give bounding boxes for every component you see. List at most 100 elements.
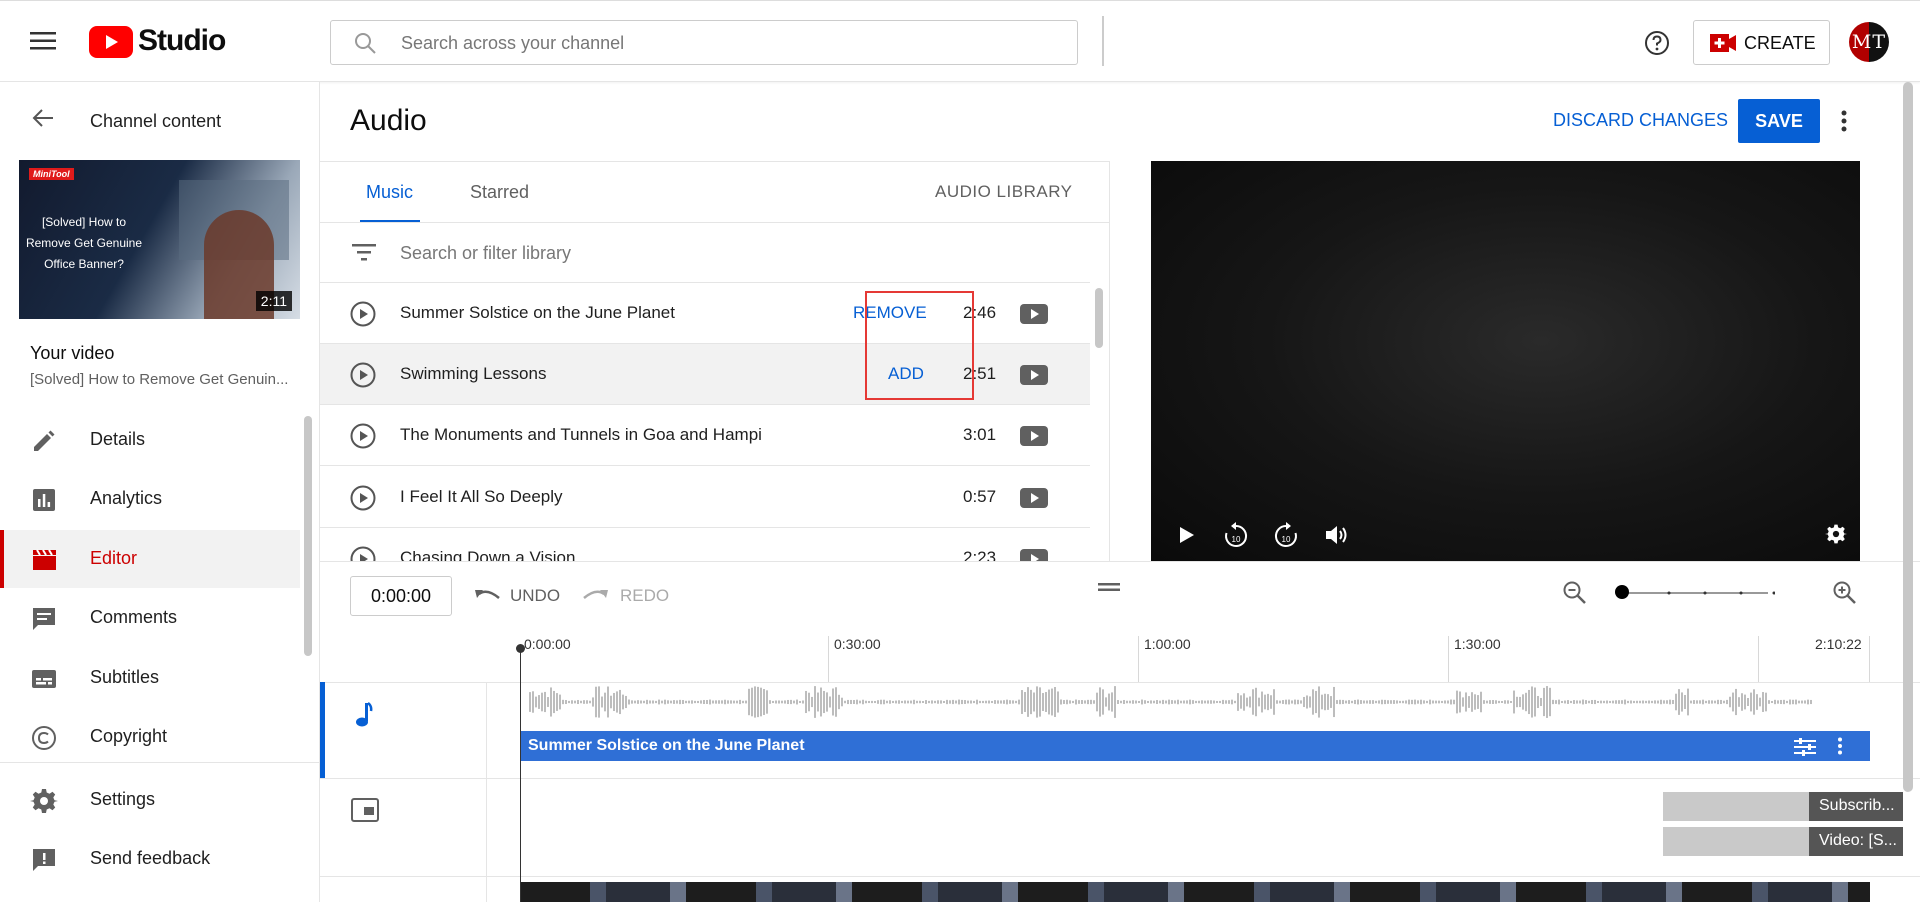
waveform-bar [868, 700, 870, 704]
waveform-bar [1498, 700, 1500, 704]
play-icon[interactable] [1178, 525, 1196, 545]
waveform-bar [1402, 700, 1404, 704]
waveform-bar [1606, 700, 1608, 704]
video-filmstrip[interactable] [520, 882, 1870, 902]
youtube-play-icon[interactable] [1020, 488, 1048, 508]
waveform-bar [598, 686, 600, 718]
sidebar-item-comments[interactable]: Comments [0, 589, 300, 647]
waveform-bar [1456, 690, 1458, 714]
menu-icon[interactable] [30, 30, 56, 52]
volume-icon[interactable] [1324, 524, 1350, 546]
waveform-bar [1414, 699, 1416, 705]
youtube-play-icon[interactable] [1020, 304, 1048, 324]
youtube-logo-icon[interactable] [89, 26, 133, 58]
zoom-slider-knob[interactable] [1615, 585, 1629, 599]
waveform-bar [1450, 699, 1452, 705]
waveform-bar [1789, 699, 1791, 705]
more-options-icon[interactable] [1841, 110, 1847, 132]
playhead-line[interactable] [520, 648, 521, 902]
sidebar-item-subtitles[interactable]: Subtitles [0, 649, 300, 707]
waveform-bar [1345, 700, 1347, 704]
end-screen-element[interactable]: Subscrib... [1663, 792, 1903, 821]
end-screen-element[interactable]: Video: [S... [1663, 827, 1903, 856]
filter-input[interactable]: Search or filter library [400, 243, 571, 264]
audio-library-link[interactable]: AUDIO LIBRARY [935, 182, 1073, 202]
sidebar-item-send-feedback[interactable]: Send feedback [0, 830, 300, 888]
gear-icon[interactable] [1825, 523, 1847, 545]
waveform-bar [811, 696, 813, 708]
waveform-bar [1441, 700, 1443, 704]
sidebar-item-settings[interactable]: Settings [0, 771, 300, 829]
clip-more-icon[interactable] [1837, 737, 1843, 755]
zoom-in-icon[interactable] [1832, 580, 1858, 606]
play-circle-icon[interactable] [350, 546, 376, 562]
zoom-out-icon[interactable] [1562, 580, 1588, 606]
track-row[interactable]: Swimming Lessons ADD 2:51 [320, 344, 1090, 405]
waveform-bar [877, 700, 879, 704]
waveform-bar [1624, 699, 1626, 705]
waveform-bar [883, 699, 885, 705]
play-circle-icon[interactable] [350, 423, 376, 449]
search-placeholder: Search across your channel [401, 33, 625, 53]
filter-icon[interactable] [352, 243, 376, 261]
play-circle-icon[interactable] [350, 362, 376, 388]
undo-button[interactable]: UNDO [510, 586, 560, 606]
waveform-bar [763, 689, 765, 715]
play-circle-icon[interactable] [350, 485, 376, 511]
redo-button[interactable]: REDO [620, 586, 669, 606]
waveform-bar [1381, 699, 1383, 705]
discard-changes-button[interactable]: DISCARD CHANGES [1553, 110, 1728, 131]
avatar[interactable]: MT [1849, 22, 1889, 62]
waveform-bar [1036, 686, 1038, 718]
track-row[interactable]: The Monuments and Tunnels in Goa and Ham… [320, 405, 1090, 466]
help-icon[interactable] [1644, 30, 1670, 56]
create-button[interactable]: CREATE [1693, 20, 1830, 65]
waveform-bar [1564, 700, 1566, 704]
waveform-bar [985, 700, 987, 704]
drag-handle-icon[interactable] [1098, 582, 1120, 592]
waveform-bar [1621, 700, 1623, 704]
waveform-bar [1570, 700, 1572, 704]
waveform-bar [1798, 700, 1800, 704]
back-arrow-icon[interactable] [31, 106, 55, 130]
redo-icon[interactable] [582, 586, 610, 606]
youtube-play-icon[interactable] [1020, 426, 1048, 446]
page-scrollbar[interactable] [1903, 82, 1913, 792]
waveform-bar [1093, 700, 1095, 704]
tab-music[interactable]: Music [366, 182, 413, 203]
sidebar-scrollbar[interactable] [304, 416, 312, 656]
sidebar-item-analytics[interactable]: Analytics [0, 470, 300, 528]
thumbnail-caption: [Solved] How to Remove Get Genuine Offic… [25, 215, 143, 271]
youtube-play-icon[interactable] [1020, 365, 1048, 385]
end-screen-element-label: Subscrib... [1809, 792, 1903, 821]
track-row[interactable]: Summer Solstice on the June Planet REMOV… [320, 283, 1090, 344]
undo-icon[interactable] [473, 586, 501, 606]
video-thumbnail[interactable]: MiniTool [Solved] How to Remove Get Genu… [19, 160, 300, 319]
tab-starred[interactable]: Starred [470, 182, 529, 203]
waveform-bar [823, 690, 825, 714]
sidebar-item-details[interactable]: Details [0, 411, 300, 469]
waveform-bar [610, 695, 612, 709]
waveform-bar [1351, 700, 1353, 704]
waveform-bar [937, 700, 939, 704]
waveform-bar [1612, 700, 1614, 704]
library-scrollbar[interactable] [1095, 288, 1103, 348]
forward-10-icon[interactable]: 10 [1273, 521, 1299, 549]
clip-adjust-icon[interactable] [1794, 738, 1816, 756]
track-row[interactable]: Chasing Down a Vision 2:23 [320, 528, 1090, 562]
timecode-input[interactable]: 0:00:00 [350, 576, 452, 616]
playhead-knob[interactable] [516, 644, 525, 653]
waveform-bar [1600, 700, 1602, 704]
sidebar-item-editor[interactable]: Editor [0, 530, 300, 588]
waveform-bar [1420, 699, 1422, 705]
video-player[interactable]: 10 10 [1151, 161, 1860, 561]
rewind-10-icon[interactable]: 10 [1223, 521, 1249, 549]
waveform-bar [901, 700, 903, 704]
play-circle-icon[interactable] [350, 301, 376, 327]
search-input[interactable]: Search across your channel [330, 20, 1078, 65]
channel-content-link[interactable]: Channel content [90, 111, 221, 132]
sidebar-item-copyright[interactable]: Copyright [0, 708, 300, 766]
save-button[interactable]: SAVE [1738, 99, 1820, 143]
track-row[interactable]: I Feel It All So Deeply 0:57 [320, 467, 1090, 528]
audio-clip[interactable]: Summer Solstice on the June Planet [520, 731, 1870, 761]
